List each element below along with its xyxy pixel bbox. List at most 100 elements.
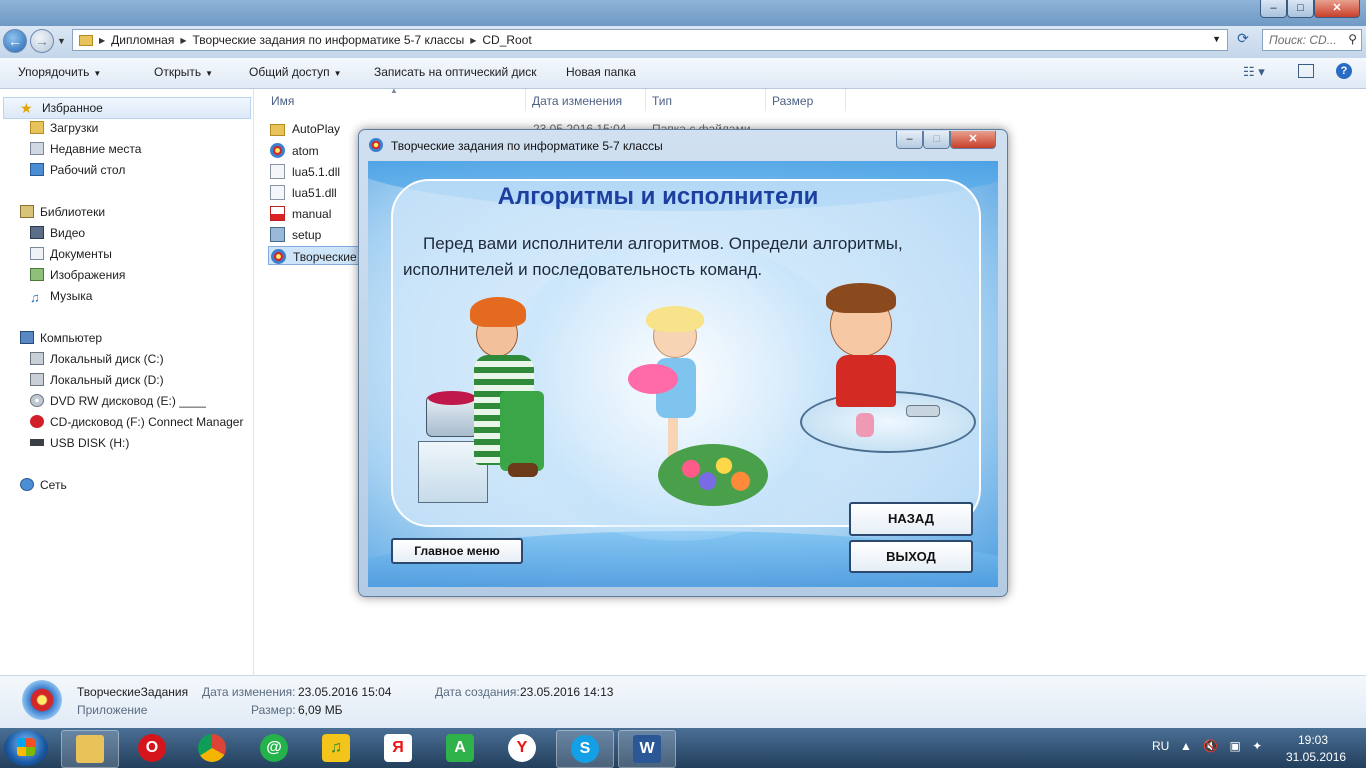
file-name: lua5.1.dll <box>292 165 341 179</box>
share-label: Общий доступ <box>249 65 330 79</box>
breadcrumb-item[interactable]: CD_Root <box>482 33 531 47</box>
share-button[interactable]: Общий доступ ▼ <box>249 65 342 79</box>
recent-places-icon <box>30 142 44 155</box>
chrome-icon <box>198 734 226 762</box>
video-icon <box>30 226 44 239</box>
nav-favorites[interactable]: ★ Избранное <box>3 97 251 119</box>
column-divider[interactable] <box>525 89 526 111</box>
taskbar-skype[interactable]: S <box>556 730 614 768</box>
address-bar[interactable]: ▶ Дипломная ▶ Творческие задания по инфо… <box>72 29 1228 51</box>
search-input[interactable]: Поиск: CD... ⚲ <box>1262 29 1362 51</box>
back-button[interactable]: НАЗАД <box>849 502 973 536</box>
taskbar-explorer[interactable] <box>61 730 119 768</box>
taskbar-opera[interactable]: O <box>124 730 180 766</box>
column-header-date[interactable]: Дата изменения <box>532 94 622 108</box>
nav-label: Сеть <box>40 478 67 492</box>
column-divider[interactable] <box>765 89 766 111</box>
taskbar-yandex-browser[interactable]: Y <box>494 730 550 766</box>
file-row[interactable]: lua5.1.dll <box>270 164 340 179</box>
nav-libraries[interactable]: Библиотеки <box>20 205 105 219</box>
nav-computer[interactable]: Компьютер <box>20 331 102 345</box>
history-dropdown-icon[interactable]: ▼ <box>57 36 66 46</box>
android-icon: A <box>446 734 474 762</box>
exit-button[interactable]: ВЫХОД <box>849 540 973 573</box>
minimize-button[interactable]: – <box>1260 0 1287 18</box>
nav-disk-c[interactable]: Локальный диск (C:) <box>30 352 164 366</box>
column-header-size[interactable]: Размер <box>772 94 813 108</box>
breadcrumb-item[interactable]: Творческие задания по информатике 5-7 кл… <box>193 33 465 47</box>
organize-label: Упорядочить <box>18 65 90 79</box>
column-divider[interactable] <box>645 89 646 111</box>
nav-dvd[interactable]: DVD RW дисковод (E:) ____ <box>30 394 206 408</box>
nav-label: Рабочий стол <box>50 163 126 177</box>
column-header-name[interactable]: Имя <box>271 94 294 108</box>
file-row[interactable]: setup <box>270 227 321 242</box>
app-close-button[interactable]: ✕ <box>950 131 996 149</box>
clock-time[interactable]: 19:03 <box>1298 733 1328 747</box>
new-folder-button[interactable]: Новая папка <box>566 65 636 79</box>
organize-button[interactable]: Упорядочить ▼ <box>18 65 101 79</box>
yandex-icon: Я <box>384 734 412 762</box>
tray-icons[interactable]: ▲ 🔇 ▣ ✦ <box>1180 739 1266 753</box>
chevron-right-icon: ▶ <box>470 35 477 45</box>
column-divider[interactable] <box>845 89 846 111</box>
nav-network[interactable]: Сеть <box>20 478 67 492</box>
nav-desktop[interactable]: Рабочий стол <box>30 163 125 177</box>
nav-usb[interactable]: USB DISK (H:) <box>30 436 129 450</box>
chevron-down-icon[interactable]: ▼ <box>1212 34 1221 44</box>
clock-date[interactable]: 31.05.2016 <box>1286 750 1346 764</box>
nav-video[interactable]: Видео <box>30 226 85 240</box>
app-maximize-button[interactable]: □ <box>923 131 950 149</box>
refresh-icon[interactable]: ⟳ <box>1232 30 1254 52</box>
back-button[interactable]: ← <box>3 29 27 53</box>
maximize-button[interactable]: □ <box>1287 0 1314 18</box>
taskbar-yandex[interactable]: Я <box>370 730 426 766</box>
nav-downloads[interactable]: Загрузки <box>30 121 98 135</box>
file-row-selected[interactable]: Творческие <box>268 246 368 265</box>
nav-recent[interactable]: Недавние места <box>30 142 141 156</box>
usb-drive-icon <box>30 439 44 446</box>
open-button[interactable]: Открыть ▼ <box>134 65 213 79</box>
command-toolbar: Упорядочить ▼ Открыть ▼ Общий доступ ▼ Запи… <box>0 58 1366 89</box>
girl-hair-shape <box>470 297 526 327</box>
file-row[interactable]: atom <box>270 143 319 158</box>
forward-button[interactable]: → <box>30 29 54 53</box>
taskbar-chrome[interactable] <box>184 730 240 766</box>
file-name: Творческие <box>293 250 357 264</box>
opera-icon: O <box>138 734 166 762</box>
nav-label: Изображения <box>50 268 126 282</box>
app-minimize-button[interactable]: – <box>896 131 923 149</box>
app-window-title: Творческие задания по информатике 5-7 кл… <box>391 139 663 153</box>
taskbar-word[interactable]: W <box>618 730 676 768</box>
file-name: manual <box>292 207 332 221</box>
file-row[interactable]: AutoPlay <box>270 122 340 136</box>
open-label: Открыть <box>154 65 202 79</box>
details-name: ТворческиеЗадания <box>77 685 189 699</box>
pdf-file-icon <box>270 206 285 221</box>
help-icon[interactable]: ? <box>1336 63 1352 79</box>
nav-cd[interactable]: CD-дисковод (F:) Connect Manager <box>30 415 243 429</box>
taskbar-mail[interactable]: @ <box>246 730 302 766</box>
atom-app-icon <box>369 138 383 152</box>
close-button[interactable]: ✕ <box>1314 0 1360 18</box>
nav-disk-d[interactable]: Локальный диск (D:) <box>30 373 164 387</box>
details-created-value: 23.05.2016 14:13 <box>520 685 614 699</box>
file-row[interactable]: lua51.dll <box>270 185 337 200</box>
view-options-icon[interactable]: ☷ ▾ <box>1243 64 1265 80</box>
language-indicator[interactable]: RU <box>1152 739 1169 753</box>
nav-images[interactable]: Изображения <box>30 268 125 282</box>
main-menu-button[interactable]: Главное меню <box>391 538 523 564</box>
breadcrumb-item[interactable]: Дипломная <box>111 33 174 47</box>
nav-documents[interactable]: Документы <box>30 247 112 261</box>
taskbar-music[interactable]: ♫ <box>308 730 364 766</box>
file-row[interactable]: manual <box>270 206 331 221</box>
burn-button[interactable]: Записать на оптический диск <box>374 65 537 79</box>
nav-music[interactable]: ♫ Музыка <box>30 289 92 304</box>
preview-pane-icon[interactable] <box>1298 64 1314 78</box>
taskbar-android[interactable]: A <box>432 730 488 766</box>
folder-icon <box>79 34 93 46</box>
start-button[interactable] <box>4 730 48 766</box>
faucet-shape <box>906 405 940 417</box>
file-name: AutoPlay <box>292 122 341 136</box>
column-header-type[interactable]: Тип <box>652 94 672 108</box>
